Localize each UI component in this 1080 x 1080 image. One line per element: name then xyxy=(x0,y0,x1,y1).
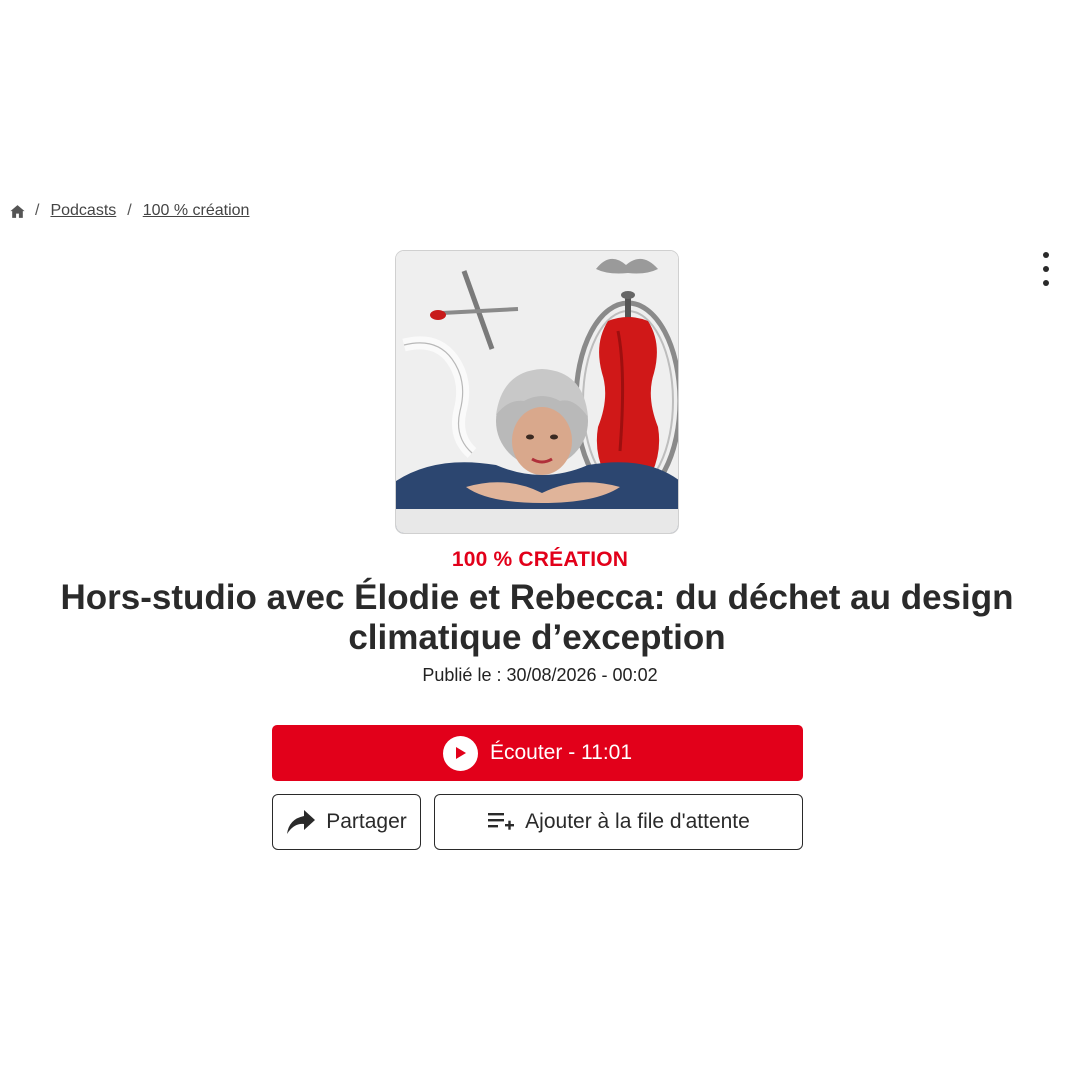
listen-label: Écouter - 11:01 xyxy=(489,741,633,764)
breadcrumb-separator: / xyxy=(35,202,40,219)
share-label: Partager xyxy=(326,810,407,833)
play-icon xyxy=(442,735,478,771)
breadcrumb-link-show[interactable]: 100 % création xyxy=(141,202,252,220)
breadcrumb-separator: / xyxy=(127,202,132,219)
publish-date: Publié le : 30/08/2026 - 00:02 xyxy=(422,665,658,685)
breadcrumb: / Podcasts / 100 % création xyxy=(9,202,251,220)
playlist-add-icon xyxy=(487,811,515,833)
share-button[interactable]: Partager xyxy=(272,794,421,850)
home-icon[interactable] xyxy=(9,203,26,220)
show-name[interactable]: 100 % CRÉATION xyxy=(0,548,1080,572)
share-arrow-icon xyxy=(286,809,316,835)
kebab-dot xyxy=(1043,252,1049,258)
episode-title: Hors-studio avec Élodie et Rebecca: du d… xyxy=(60,578,1014,657)
breadcrumb-link-podcasts[interactable]: Podcasts xyxy=(48,202,118,220)
more-vertical-icon[interactable] xyxy=(1032,250,1060,288)
kebab-dot xyxy=(1043,280,1049,286)
add-to-queue-button[interactable]: Ajouter à la file d'attente xyxy=(434,794,803,850)
kebab-dot xyxy=(1043,266,1049,272)
add-to-queue-label: Ajouter à la file d'attente xyxy=(525,810,750,833)
listen-button[interactable]: Écouter - 11:01 xyxy=(272,725,803,781)
page: / Podcasts / 100 % création 100 % CRÉATI… xyxy=(0,0,1080,1080)
podcast-cover-image xyxy=(395,250,679,534)
